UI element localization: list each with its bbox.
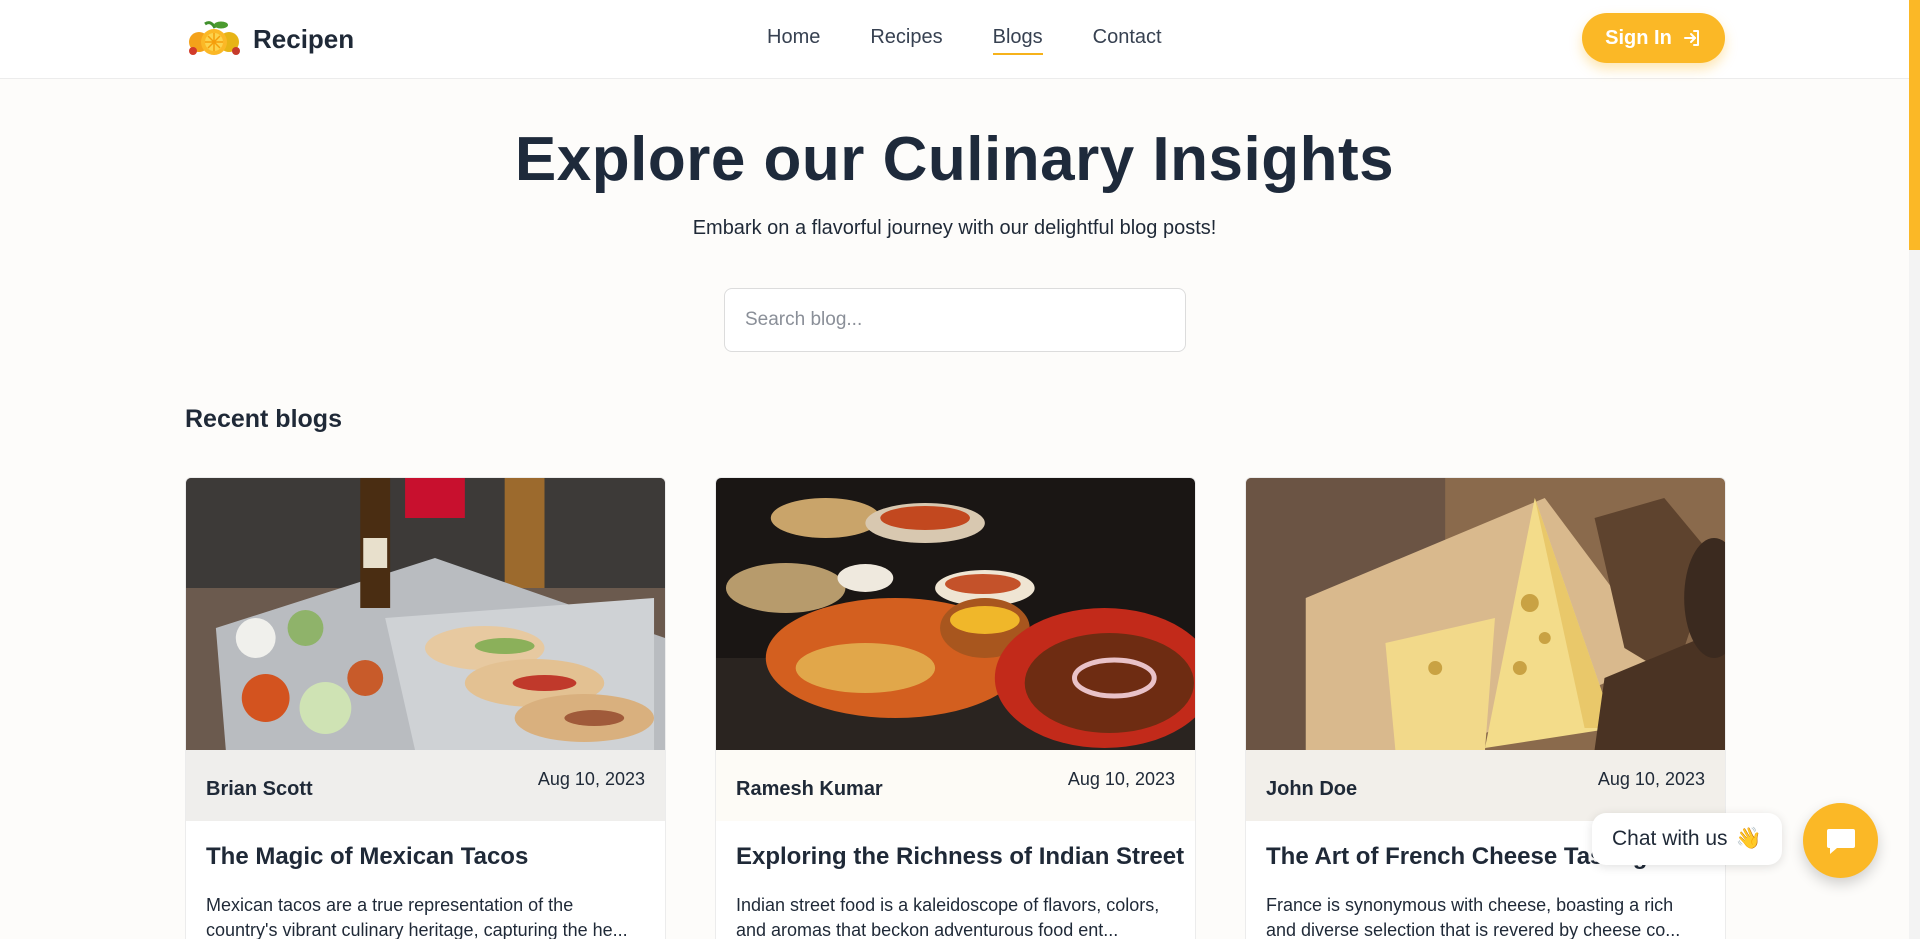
main-nav: Home Recipes Blogs Contact (767, 26, 1162, 55)
nav-home[interactable]: Home (767, 26, 820, 55)
blog-card[interactable]: Brian Scott Aug 10, 2023 The Magic of Me… (185, 477, 666, 939)
card-title[interactable]: The Art of French Cheese Tasting (1266, 843, 1647, 871)
page-title: Explore our Culinary Insights (514, 125, 1395, 194)
chat-prompt-label: Chat with us (1612, 827, 1728, 850)
chat-icon (1826, 828, 1855, 854)
sign-in-label: Sign In (1605, 26, 1672, 49)
nav-blogs[interactable]: Blogs (992, 26, 1043, 55)
scrollbar-thumb[interactable] (1909, 0, 1920, 250)
cheese-image (1246, 478, 1725, 750)
card-author: John Doe (1266, 778, 1358, 800)
card-date: Aug 10, 2023 (537, 769, 645, 789)
card-meta: John Doe Aug 10, 2023 (1246, 750, 1725, 821)
wave-icon: 👋 (1735, 827, 1762, 850)
card-description: Indian street food is a kaleidoscope of … (736, 895, 1160, 939)
card-author: Ramesh Kumar (736, 778, 883, 800)
card-title[interactable]: The Magic of Mexican Tacos (206, 843, 528, 871)
page-subtitle: Embark on a flavorful journey with our d… (692, 217, 1217, 239)
indian-street-food-image (716, 478, 1195, 750)
card-title[interactable]: Exploring the Richness of Indian Street (736, 843, 1184, 871)
nav-recipes[interactable]: Recipes (870, 26, 942, 55)
card-description: Mexican tacos are a true representation … (206, 895, 628, 939)
fruit-logo-icon (189, 21, 240, 55)
nav-contact[interactable]: Contact (1093, 26, 1162, 55)
blog-card[interactable]: Ramesh Kumar Aug 10, 2023 Exploring the … (715, 477, 1196, 939)
tacos-image (186, 478, 665, 750)
card-date: Aug 10, 2023 (1067, 769, 1175, 789)
brand-name: Recipen (253, 23, 355, 54)
blog-card[interactable]: John Doe Aug 10, 2023 The Art of French … (1245, 477, 1726, 939)
card-description: France is synonymous with cheese, boasti… (1266, 895, 1681, 939)
sign-in-button[interactable]: Sign In (1582, 13, 1725, 63)
sign-in-icon (1683, 30, 1699, 46)
top-header: Recipen Home Recipes Blogs Contact Sign … (0, 0, 1909, 79)
card-date: Aug 10, 2023 (1597, 769, 1705, 789)
brand-logo[interactable]: Recipen (185, 18, 354, 60)
chat-prompt-bubble[interactable]: Chat with us 👋 (1592, 813, 1782, 865)
card-meta: Brian Scott Aug 10, 2023 (186, 750, 665, 821)
card-meta: Ramesh Kumar Aug 10, 2023 (716, 750, 1195, 821)
chat-button[interactable] (1803, 803, 1878, 878)
card-author: Brian Scott (206, 778, 313, 800)
search-input[interactable] (724, 288, 1186, 352)
section-title: Recent blogs (185, 405, 342, 433)
